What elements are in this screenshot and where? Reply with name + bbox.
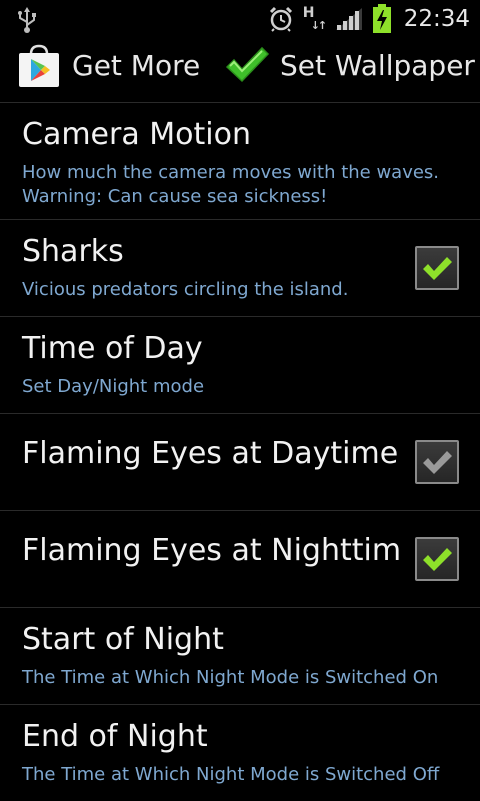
pref-flaming-eyes-nighttime[interactable]: Flaming Eyes at Nighttime (0, 510, 480, 607)
pref-title: End of Night (22, 719, 208, 754)
pref-title: Sharks (22, 234, 124, 269)
signal-icon (335, 8, 362, 30)
check-mark-icon (423, 257, 452, 280)
alarm-icon (269, 6, 292, 32)
checkmark-icon (225, 46, 270, 83)
pref-summary: The Time at Which Night Mode is Switched… (22, 764, 440, 785)
pref-title: Time of Day (22, 331, 203, 366)
clock: 22:34 (403, 6, 470, 32)
check-mark-icon (423, 451, 452, 474)
pref-title: Camera Motion (22, 117, 251, 152)
sharks-checkbox[interactable] (415, 246, 459, 290)
play-store-icon (19, 44, 59, 87)
pref-summary: The Time at Which Night Mode is Switched… (22, 667, 439, 688)
preference-list: Camera Motion How much the camera moves … (0, 102, 480, 801)
pref-summary: Vicious predators circling the island. (22, 279, 349, 300)
pref-start-of-night[interactable]: Start of Night The Time at Which Night M… (0, 607, 480, 704)
get-more-label: Get More (72, 48, 201, 82)
hspa-icon: H ↓↑ (302, 5, 328, 32)
pref-end-of-night[interactable]: End of Night The Time at Which Night Mod… (0, 704, 480, 801)
set-wallpaper-button[interactable]: Set Wallpaper (224, 38, 475, 92)
battery-charging-icon (372, 4, 391, 33)
pref-title: Flaming Eyes at Nighttime (22, 533, 402, 568)
set-wallpaper-label: Set Wallpaper (280, 48, 475, 82)
pref-time-of-day[interactable]: Time of Day Set Day/Night mode (0, 316, 480, 413)
pref-sharks[interactable]: Sharks Vicious predators circling the is… (0, 219, 480, 316)
pref-summary: How much the camera moves with the waves… (22, 162, 440, 207)
usb-icon (18, 7, 36, 33)
action-bar: Get More Set Wallpaper (0, 38, 480, 102)
pref-title: Flaming Eyes at Daytime (22, 436, 399, 471)
pref-camera-motion[interactable]: Camera Motion How much the camera moves … (0, 102, 480, 219)
get-more-button[interactable]: Get More (16, 38, 200, 92)
flaming-eyes-nighttime-checkbox[interactable] (415, 537, 459, 581)
pref-title: Start of Night (22, 622, 224, 657)
check-mark-icon (423, 548, 452, 571)
status-bar: H ↓↑ 22:34 (0, 0, 480, 38)
pref-summary: Set Day/Night mode (22, 376, 205, 397)
flaming-eyes-daytime-checkbox[interactable] (415, 440, 459, 484)
pref-flaming-eyes-daytime[interactable]: Flaming Eyes at Daytime (0, 413, 480, 510)
